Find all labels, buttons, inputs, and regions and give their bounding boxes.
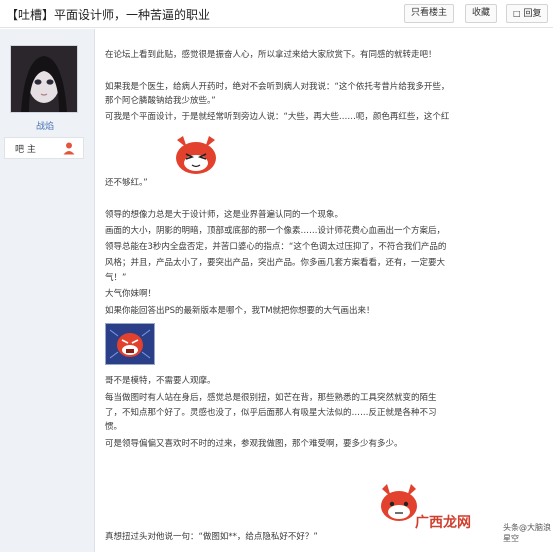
user-role-icon [63, 142, 75, 155]
post-line-7: 画面的大小，阴影的明暗，顶部或底部的那一个像素……设计师花费心血画出一个方案后， [105, 226, 446, 236]
post-line-3: 那个阿仑膦酸钠给我少放些。” [105, 96, 216, 106]
author-role-box: 吧 主 [4, 137, 84, 159]
post-line-9: 风格；并且，产品太小了，要突出产品，突出产品。你多画几套方案看看，还有，一定要大 [105, 258, 446, 268]
post-line-4: 可我是个平面设计，于是就经常听到旁边人说：“大些，再大些……呃，颜色再红些，这个… [105, 112, 450, 122]
favorite-button[interactable]: 收藏 [465, 4, 498, 23]
site-watermark: 广西龙网 [415, 515, 471, 531]
post-title-bar: 【吐槽】平面设计师，一种苦逼的职业 只看楼主 收藏 □ 回复 [0, 0, 553, 28]
post-line-15: 了，不知点那个好了。灵感也没了，似乎后面那人有吸星大法似的……反正就是各种不习 [105, 408, 437, 418]
post-line-10: 气！” [105, 273, 127, 283]
author-avatar[interactable]: 楼主 [10, 45, 78, 113]
post-line-2: 如果我是个医生，给病人开药时，绝对不会听到病人对我说：“这个依托考昔片给我多开些… [105, 82, 450, 92]
author-role: 吧 主 [15, 145, 36, 155]
reply-icon: □ [513, 9, 521, 18]
post-line-11: 大气你妹啊！ [105, 289, 157, 299]
author-sidebar: 楼主 战焰 吧 主 [0, 29, 95, 552]
reply-label: 回复 [523, 9, 542, 19]
post-line-16: 惯。 [105, 422, 123, 432]
author-watermark: 头条@大脑浪星空 [503, 523, 551, 543]
post-line-5: 还不够红。” [105, 178, 148, 188]
author-name[interactable]: 战焰 [0, 119, 90, 132]
angry-emoji-icon [106, 324, 154, 364]
post-line-6: 领导的想像力总是大于设计师，这是业界普遍认同的一个现象。 [105, 210, 344, 220]
post-title: 【吐槽】平面设计师，一种苦逼的职业 [6, 8, 211, 22]
only-view-author-button[interactable]: 只看楼主 [404, 4, 455, 23]
post-line-12: 如果你能回答出PS的最新版本是哪个，我TM就把你想要的大气画出来！ [105, 306, 375, 316]
post-line-18: 真想扭过头对他说一句：“做图如**，给点隐私好不好？” [105, 532, 318, 542]
fox-emoji-icon [176, 136, 216, 174]
angry-emoji-image [105, 323, 155, 365]
reply-button[interactable]: □ 回复 [506, 4, 549, 23]
post-line-13: 哥不是模特，不需要人观摩。 [105, 376, 216, 386]
post-line-17: 可是领导偏偏又喜欢时不时的过来，参观我做图，那个难受啊，要多少有多少。 [105, 439, 403, 449]
post-line-14: 每当做图时有人站在身后，感觉总是很别扭，如芒在背，那些熟悉的工具突然就变的陌生 [105, 393, 437, 403]
post-line-1: 在论坛上看到此贴，感觉很是振奋人心，所以拿过来给大家欣赏下。有同感的就转走吧！ [105, 50, 437, 60]
post-line-8: 领导总能在3秒内全盘否定，并苦口婆心的指点：“这个色调太过压抑了，不符合我们产品… [105, 242, 447, 252]
avatar-image [11, 46, 77, 112]
